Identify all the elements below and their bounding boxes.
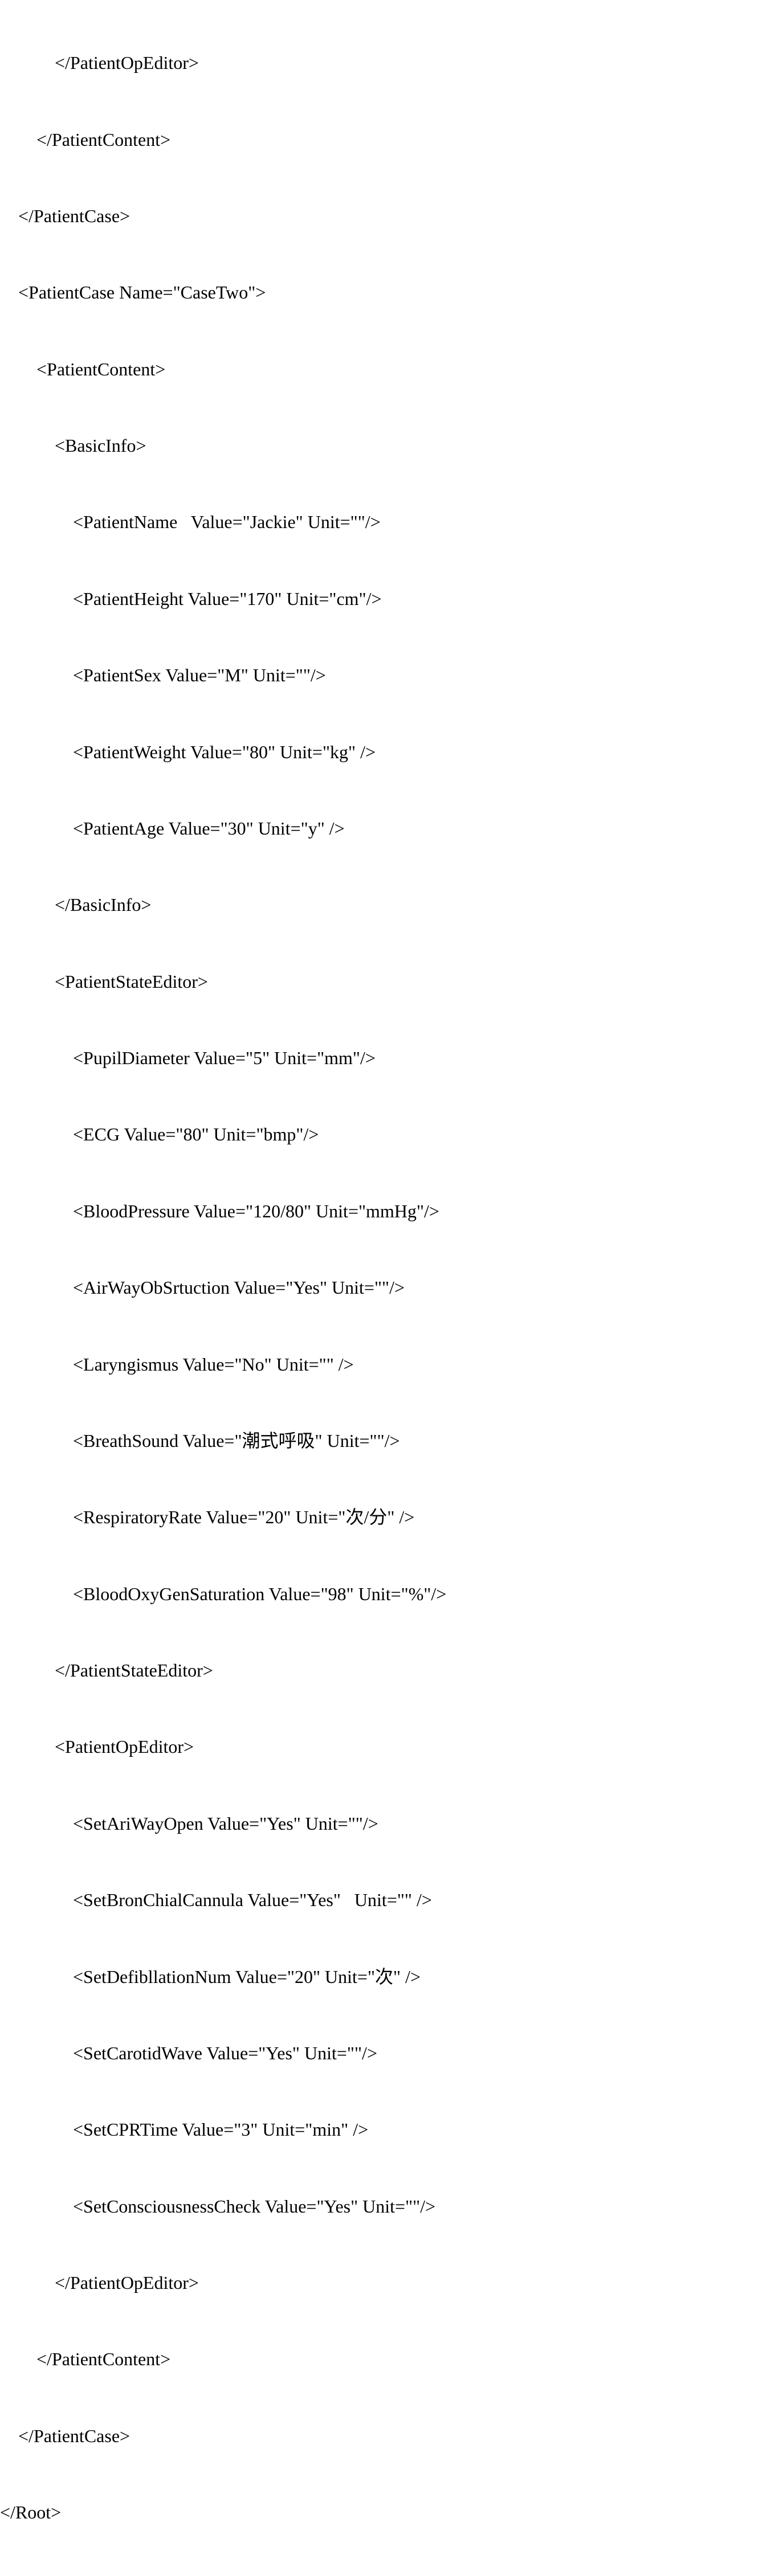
code-line: <BloodPressure Value="120/80" Unit="mmHg… bbox=[0, 1192, 783, 1230]
code-line: </PatientCase> bbox=[0, 2417, 783, 2455]
code-line: <SetCPRTime Value="3" Unit="min" /> bbox=[0, 2111, 783, 2149]
code-line: </Root> bbox=[0, 2493, 783, 2532]
code-line: <SetAriWayOpen Value="Yes" Unit=""/> bbox=[0, 1805, 783, 1843]
code-line: <PupilDiameter Value="5" Unit="mm"/> bbox=[0, 1039, 783, 1077]
code-line: <AirWayObSrtuction Value="Yes" Unit=""/> bbox=[0, 1269, 783, 1307]
code-line: <Laryngismus Value="No" Unit="" /> bbox=[0, 1346, 783, 1384]
code-line: <ECG Value="80" Unit="bmp"/> bbox=[0, 1115, 783, 1154]
code-line: <SetConsciousnessCheck Value="Yes" Unit=… bbox=[0, 2187, 783, 2226]
code-line: <PatientStateEditor> bbox=[0, 963, 783, 1001]
code-line: <PatientAge Value="30" Unit="y" /> bbox=[0, 809, 783, 848]
code-line: <SetBronChialCannula Value="Yes" Unit=""… bbox=[0, 1881, 783, 1919]
code-line: </PatientStateEditor> bbox=[0, 1651, 783, 1690]
code-line: <PatientCase Name="CaseTwo"> bbox=[0, 273, 783, 312]
code-line: </BasicInfo> bbox=[0, 886, 783, 924]
code-line: </PatientOpEditor> bbox=[0, 2264, 783, 2302]
code-line: </PatientOpEditor> bbox=[0, 44, 783, 82]
code-line: </PatientCase> bbox=[0, 197, 783, 235]
code-line: <PatientSex Value="M" Unit=""/> bbox=[0, 656, 783, 694]
code-line: <PatientWeight Value="80" Unit="kg" /> bbox=[0, 733, 783, 771]
code-line: <PatientName Value="Jackie" Unit=""/> bbox=[0, 503, 783, 541]
code-line: <RespiratoryRate Value="20" Unit="次/分" /… bbox=[0, 1498, 783, 1536]
code-line: <BloodOxyGenSaturation Value="98" Unit="… bbox=[0, 1575, 783, 1613]
code-line: <PatientContent> bbox=[0, 350, 783, 389]
xml-code-block: </PatientOpEditor> </PatientContent> </P… bbox=[0, 0, 783, 2576]
code-line: <PatientOpEditor> bbox=[0, 1728, 783, 1766]
code-line: <PatientHeight Value="170" Unit="cm"/> bbox=[0, 580, 783, 618]
code-line: </PatientContent> bbox=[0, 2340, 783, 2378]
code-line: <BasicInfo> bbox=[0, 427, 783, 465]
code-line: </PatientContent> bbox=[0, 121, 783, 159]
code-line: <SetCarotidWave Value="Yes" Unit=""/> bbox=[0, 2034, 783, 2072]
code-line: <BreathSound Value="潮式呼吸" Unit=""/> bbox=[0, 1422, 783, 1460]
code-line: <SetDefibllationNum Value="20" Unit="次" … bbox=[0, 1958, 783, 1996]
